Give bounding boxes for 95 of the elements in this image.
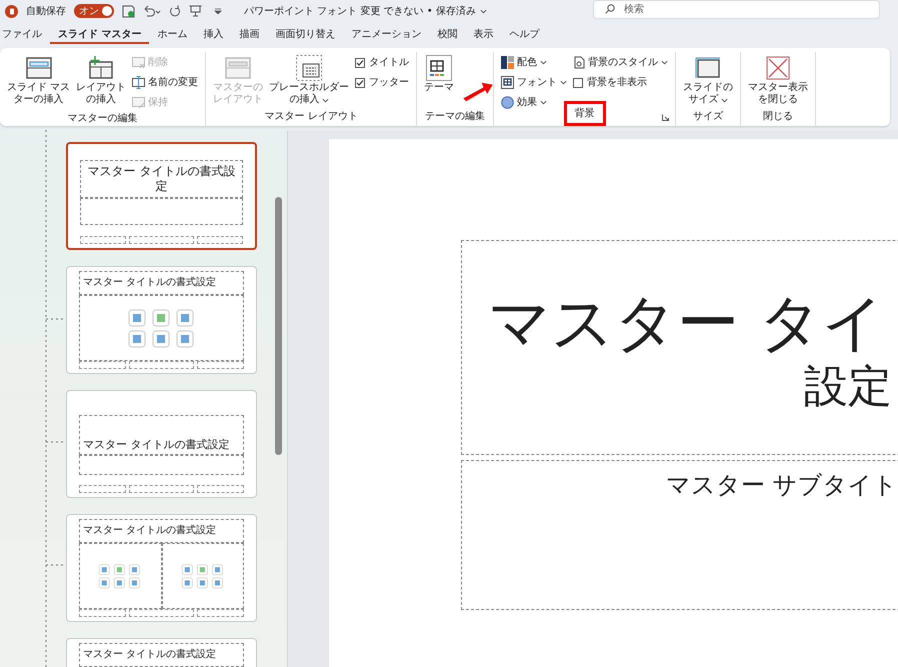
slide-title: 設定 (803, 360, 893, 414)
autosave-label: 自動保存 (26, 4, 66, 18)
close-icon (766, 56, 790, 80)
effects-icon (501, 96, 514, 109)
ribbon-tab[interactable]: ファイル (0, 26, 50, 44)
ribbon-tab[interactable]: 校閲 (429, 26, 466, 44)
autosave-toggle[interactable]: オン (74, 4, 114, 18)
chevron-down-icon (540, 60, 548, 65)
checkbox-icon (355, 78, 366, 88)
slide-thumbnail[interactable]: マスター タイトルの書式設定 (66, 514, 257, 622)
group-label: マスターの編集 (66, 112, 139, 126)
chevron-down-icon (480, 8, 487, 14)
footer-placeholder (197, 361, 244, 369)
document-title[interactable]: パワーポイント フォント 変更 できない • 保存済み (244, 4, 487, 18)
chevron-down-icon (661, 60, 668, 65)
delete-icon (132, 56, 146, 68)
slide-size-icon (695, 57, 722, 79)
checkbox-icon (573, 78, 584, 88)
footer-placeholder (197, 485, 244, 493)
presentation-icon[interactable] (189, 5, 202, 17)
chevron-down-icon (540, 100, 548, 105)
customize-toolbar-icon[interactable] (214, 8, 222, 14)
ribbon-small-button[interactable]: 名前の変更 (132, 74, 198, 91)
footer-placeholder (197, 609, 244, 617)
slide-subtitle: マスター サブタイト (666, 471, 898, 499)
ribbon-large-button[interactable]: レイアウト の挿入 (73, 52, 130, 106)
footer-placeholder (129, 361, 194, 369)
group-label: サイズ (692, 110, 724, 124)
save-icon[interactable] (122, 4, 135, 18)
theme-icon (426, 55, 452, 81)
checkbox-option[interactable]: フッター (355, 74, 410, 91)
thumbnail-title: マスター タイトルの書式設定 (83, 524, 216, 538)
ribbon-large-button[interactable]: スライドの サイズ (680, 52, 736, 106)
group-label: テーマの編集 (424, 110, 486, 124)
chevron-down-icon (322, 98, 329, 102)
footer-placeholder (129, 485, 194, 493)
ribbon-tab[interactable]: 挿入 (195, 26, 232, 44)
thumbnail-title: マスター タイトルの書式設定 (83, 648, 216, 662)
footer-placeholder (129, 609, 194, 617)
thumbnail-title: マスター タイトルの書式設定 (86, 164, 236, 194)
ribbon-large-button[interactable]: マスター表示 を閉じる (745, 52, 812, 106)
undo-icon[interactable] (143, 5, 161, 17)
group-label: 閉じる (762, 110, 794, 124)
ribbon-large-button[interactable]: テーマ (421, 52, 458, 94)
ribbon-small-button[interactable]: フォント (501, 74, 568, 91)
checkbox-icon (355, 58, 366, 68)
subtitle-placeholder[interactable]: マスター サブタイト (461, 460, 898, 610)
ribbon-tab[interactable]: 描画 (231, 26, 268, 44)
footer-placeholder (79, 361, 126, 369)
color-palette-icon (501, 56, 514, 69)
group-label: マスター レイアウト (264, 110, 359, 124)
ribbon-tab[interactable]: ホーム (149, 26, 196, 44)
checkbox-option[interactable]: 背景を非表示 (573, 74, 668, 91)
rename-icon (132, 76, 146, 89)
slide-layout-icon (26, 57, 52, 79)
search-field[interactable]: 検索 (593, 0, 880, 18)
thumbnail-title: マスター タイトルの書式設定 (83, 438, 230, 452)
ribbon-small-button[interactable]: 背景のスタイル (573, 54, 668, 71)
thumbnail-title: マスター タイトルの書式設定 (83, 276, 216, 290)
chevron-down-icon (720, 98, 728, 102)
chevron-down-icon (560, 80, 568, 85)
app-logo-icon[interactable] (5, 4, 18, 18)
annotation-arrow (461, 80, 495, 102)
slide-thumbnail[interactable]: マスター タイトルの書式設定 (66, 142, 257, 250)
slide-thumbnail[interactable]: マスター タイトルの書式設定 (66, 390, 257, 498)
ribbon-large-button[interactable]: プレースホルダー の挿入 (266, 52, 352, 106)
ribbon-tab[interactable]: スライド マスター (50, 26, 150, 44)
ribbon-small-button[interactable]: 配色 (501, 54, 568, 71)
background-style-icon (573, 56, 586, 69)
slide-title: マスター タイ (487, 288, 886, 356)
layout-insert-icon (88, 56, 114, 80)
footer-placeholder (80, 236, 126, 244)
content-icons-drawing (126, 308, 196, 348)
slide-layout-icon (225, 57, 252, 79)
pin-icon (132, 96, 146, 108)
footer-placeholder (196, 236, 243, 244)
title-placeholder[interactable]: マスター タイ 設定 (461, 240, 898, 455)
ribbon-tab[interactable]: ヘルプ (501, 26, 548, 44)
checkbox-option[interactable]: タイトル (355, 54, 410, 71)
footer-placeholder (129, 236, 194, 244)
placeholder-icon (296, 55, 322, 81)
scrollbar-thumb[interactable] (275, 197, 282, 455)
font-icon (501, 76, 514, 89)
search-icon (605, 4, 615, 14)
group-label: 背景 (564, 101, 606, 126)
slide-thumbnail[interactable]: マスター タイトルの書式設定 (66, 266, 257, 374)
ribbon-tab[interactable]: 画面切り替え (267, 26, 344, 44)
ribbon-tab[interactable]: アニメーション (343, 26, 430, 44)
footer-placeholder (79, 609, 126, 617)
footer-placeholder (79, 485, 126, 493)
slide-thumbnail[interactable]: マスター タイトルの書式設定 (66, 638, 257, 667)
redo-icon[interactable] (169, 5, 181, 17)
dialog-launcher-icon[interactable] (662, 114, 670, 121)
ribbon-tab[interactable]: 表示 (465, 26, 502, 44)
ribbon-large-button[interactable]: スライド マス ターの挿入 (4, 52, 74, 106)
